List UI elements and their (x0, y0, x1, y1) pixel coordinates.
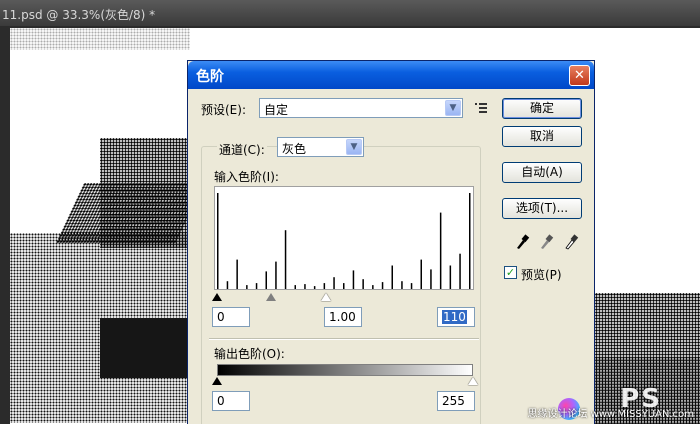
histogram-bar (362, 279, 364, 289)
histogram-bar (420, 259, 422, 289)
ok-button[interactable]: 确定 (502, 98, 582, 119)
histogram-bar (381, 282, 384, 289)
histogram-bar (372, 285, 374, 289)
output-white-slider[interactable] (468, 377, 478, 385)
histogram-chart (217, 193, 471, 289)
histogram-bar (333, 277, 335, 289)
levels-dialog: 色阶 ✕ 预设(E): 自定 ▼ 通道(C): 灰色 ▼ 输入色阶(I): 0 … (187, 60, 595, 424)
preset-label: 预设(E): (201, 103, 246, 117)
black-eyedropper-icon[interactable] (514, 232, 530, 250)
input-levels-label: 输入色阶(I): (214, 170, 279, 184)
output-levels-label: 输出色阶(O): (214, 347, 285, 361)
input-gamma-value: 1.00 (329, 310, 356, 324)
output-gradient-bar (217, 364, 473, 376)
histogram-bar (226, 281, 229, 289)
dialog-body: 预设(E): 自定 ▼ 通道(C): 灰色 ▼ 输入色阶(I): 0 1.00 … (191, 89, 591, 424)
histogram-bar (323, 283, 326, 289)
histogram-bar (430, 269, 432, 289)
building-silhouette (100, 138, 190, 248)
preview-checkbox[interactable]: ✓ (504, 266, 517, 279)
channel-select[interactable]: 灰色 ▼ (277, 137, 364, 157)
cancel-button[interactable]: 取消 (502, 126, 582, 147)
chevron-down-icon[interactable]: ▼ (445, 100, 461, 116)
histogram-bar (236, 259, 238, 289)
preset-value: 自定 (264, 103, 289, 117)
histogram (214, 186, 474, 290)
histogram-bar (410, 283, 413, 289)
channel-value: 灰色 (282, 142, 307, 156)
options-button[interactable]: 选项(T)... (502, 198, 582, 219)
histogram-bar (352, 270, 355, 289)
section-divider (209, 338, 479, 340)
histogram-bar (304, 284, 306, 289)
histogram-bar (275, 261, 277, 289)
halftone-noise-top (10, 28, 190, 50)
document-title: 11.psd @ 33.3%(灰色/8) * (0, 0, 700, 26)
dialog-titlebar[interactable]: 色阶 ✕ (188, 61, 594, 89)
dialog-title: 色阶 (196, 69, 224, 85)
histogram-bar (343, 283, 345, 289)
white-eyedropper-icon[interactable] (563, 232, 579, 250)
histogram-bar (439, 212, 442, 289)
input-gamma-field[interactable]: 1.00 (324, 307, 362, 327)
histogram-bar (459, 253, 461, 289)
histogram-bar (217, 193, 219, 289)
histogram-bar (401, 281, 403, 289)
auto-button[interactable]: 自动(A) (502, 162, 582, 183)
histogram-bar (391, 265, 393, 289)
input-black-value: 0 (217, 310, 225, 324)
building-base (100, 318, 190, 378)
output-black-slider[interactable] (212, 377, 222, 385)
output-black-field[interactable]: 0 (212, 391, 250, 411)
output-black-value: 0 (217, 394, 225, 408)
output-white-value: 255 (442, 394, 465, 408)
close-icon[interactable]: ✕ (569, 65, 590, 86)
preview-label: 预览(P) (521, 268, 562, 282)
gray-eyedropper-icon[interactable] (538, 232, 554, 250)
chevron-down-icon[interactable]: ▼ (346, 139, 362, 155)
watermark-text: 思缘设计论坛 www.MISSYUAN.com (527, 409, 694, 420)
input-black-field[interactable]: 0 (212, 307, 250, 327)
preset-select[interactable]: 自定 ▼ (259, 98, 463, 118)
input-white-field[interactable]: 110 (437, 307, 475, 327)
output-white-field[interactable]: 255 (437, 391, 475, 411)
histogram-bar (313, 286, 316, 289)
histogram-bar (265, 271, 267, 289)
histogram-bar (449, 265, 452, 289)
histogram-bar (255, 283, 258, 289)
histogram-bar (246, 285, 248, 289)
channel-label: 通道(C): (217, 141, 267, 158)
histogram-bar (469, 193, 471, 289)
input-white-value: 110 (442, 310, 467, 324)
histogram-bar (294, 285, 296, 289)
input-black-slider[interactable] (212, 293, 222, 301)
histogram-bar (284, 230, 287, 289)
menu-list-icon[interactable] (474, 101, 488, 115)
input-gamma-slider[interactable] (266, 293, 276, 301)
input-white-slider[interactable] (321, 293, 331, 301)
